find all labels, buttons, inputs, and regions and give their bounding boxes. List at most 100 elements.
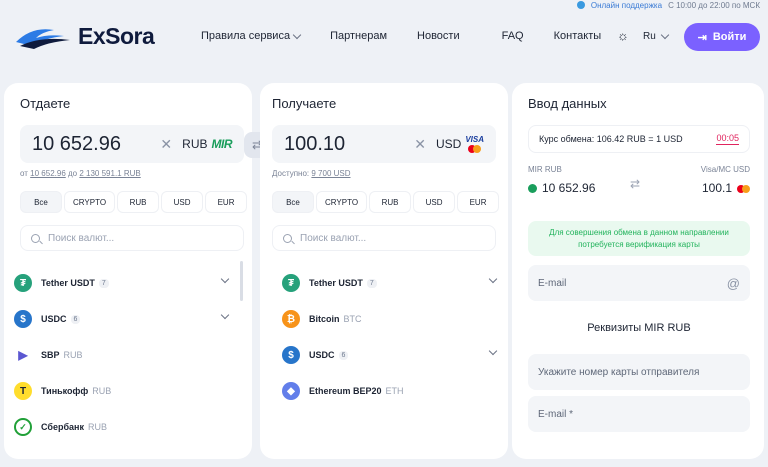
nav-partners[interactable]: Партнерам: [330, 30, 387, 42]
give-amount-input[interactable]: 10 652.96 ✕ RUB MIR: [20, 125, 244, 163]
filter-all[interactable]: Все: [20, 191, 62, 213]
to-amount-value: 100.1: [701, 181, 732, 195]
from-label: MIR RUB: [528, 165, 562, 174]
list-item[interactable]: ₮ Tether USDT 7: [282, 265, 502, 301]
nav-contacts[interactable]: Контакты: [554, 30, 602, 42]
mastercard-icon: [737, 184, 750, 193]
item-count-badge: 6: [338, 350, 349, 360]
tether-icon: ₮: [14, 274, 32, 292]
filter-crypto[interactable]: CRYPTO: [316, 191, 368, 213]
email-field[interactable]: E-mail @: [528, 265, 750, 301]
list-item[interactable]: T Тинькофф RUB: [14, 373, 234, 409]
telegram-icon[interactable]: [576, 1, 585, 9]
item-count-badge: 7: [366, 278, 377, 288]
filter-all[interactable]: Все: [272, 191, 314, 213]
list-item[interactable]: ₿ Bitcoin BTC: [282, 301, 502, 337]
list-item[interactable]: ₮ Tether USDT 7: [14, 265, 234, 301]
chevron-down-icon[interactable]: [488, 274, 498, 284]
brand-name: ExSora: [78, 22, 155, 49]
filter-crypto[interactable]: CRYPTO: [64, 191, 116, 213]
brand-logo[interactable]: ExSora: [14, 22, 155, 50]
clear-icon[interactable]: ✕: [414, 136, 426, 153]
requisites-title: Реквизиты MIR RUB: [587, 322, 691, 334]
give-currency-list: ₮ Tether USDT 7 $ USDC 6 ▶ SBP RUB T Тин…: [14, 265, 234, 445]
filter-rub[interactable]: RUB: [369, 191, 412, 213]
exchange-rate: Курс обмена: 106.42 RUB = 1 USD 00:05: [528, 125, 750, 153]
item-name: SBP: [41, 350, 60, 360]
email-required-field[interactable]: E-mail *: [528, 396, 750, 432]
rate-timer: 00:05: [716, 133, 739, 145]
email-placeholder: E-mail: [538, 277, 567, 289]
chevron-down-icon[interactable]: [488, 346, 498, 356]
search-icon: [31, 233, 40, 243]
get-amount-value: 100.10: [284, 132, 346, 155]
chevron-down-icon[interactable]: [220, 310, 230, 320]
sun-icon[interactable]: ☼: [617, 28, 629, 43]
nav-rules[interactable]: Правила сервиса: [201, 30, 302, 42]
give-title: Отдаете: [20, 96, 71, 111]
list-item[interactable]: ◆ Ethereum BEP20 ETH: [282, 373, 502, 409]
limits-mid: до: [68, 169, 78, 178]
nav-contacts-label: Контакты: [553, 30, 602, 42]
search-icon: [283, 233, 292, 243]
mir-icon: [528, 183, 537, 193]
limits-prefix: от: [20, 169, 28, 178]
list-scrollbar[interactable]: [240, 261, 243, 301]
filter-eur[interactable]: EUR: [457, 191, 500, 213]
get-amount-input[interactable]: 100.10 ✕ USD VISA: [272, 125, 496, 163]
give-currency: RUB: [182, 137, 208, 151]
give-card: Отдаете 10 652.96 ✕ RUB MIR от 10 652.96…: [4, 83, 252, 459]
from-amount: 10 652.96: [528, 181, 595, 195]
at-icon: @: [726, 275, 740, 291]
search-placeholder: Поиск валют...: [48, 232, 115, 244]
login-icon: ⇥: [697, 31, 707, 44]
filter-rub[interactable]: RUB: [117, 191, 160, 213]
limit-min-link[interactable]: 10 652.96: [30, 169, 66, 178]
tether-icon: ₮: [282, 274, 300, 292]
give-search-input[interactable]: Поиск валют...: [20, 225, 244, 251]
get-title: Получаете: [272, 96, 337, 111]
list-item[interactable]: $ USDC 6: [282, 337, 502, 373]
available-value-link[interactable]: 9 700 USD: [311, 169, 350, 178]
item-code: ETH: [385, 386, 404, 396]
card-number-placeholder: Укажите номер карты отправителя: [538, 366, 700, 378]
item-name: Тинькофф: [41, 386, 89, 396]
clear-icon[interactable]: ✕: [160, 136, 172, 153]
visa-mastercard-logo: VISA: [465, 135, 484, 153]
filter-usd[interactable]: USD: [413, 191, 456, 213]
give-limits: от 10 652.96 до 2 130 591.1 RUB: [20, 169, 141, 178]
online-support-link[interactable]: Онлайн поддержка: [591, 1, 662, 10]
give-amount-value: 10 652.96: [32, 132, 121, 155]
give-filters: Все CRYPTO RUB USD EUR: [20, 191, 248, 213]
item-code: RUB: [92, 386, 112, 396]
item-name: Tether USDT: [41, 278, 95, 288]
exchange-form-card: Ввод данных Курс обмена: 106.42 RUB = 1 …: [512, 83, 764, 459]
chevron-down-icon: [660, 30, 670, 40]
list-item[interactable]: ▶ SBP RUB: [14, 337, 234, 373]
list-item[interactable]: ✓ Сбербанк RUB: [14, 409, 234, 445]
mir-logo: MIR: [211, 137, 233, 151]
nav-faq[interactable]: FAQ: [502, 30, 524, 42]
rate-text: Курс обмена: 106.42 RUB = 1 USD: [539, 134, 683, 144]
ethereum-icon: ◆: [282, 382, 300, 400]
verification-notice: Для совершения обмена в данном направлен…: [528, 221, 750, 256]
filter-eur[interactable]: EUR: [205, 191, 248, 213]
get-available: Доступно: 9 700 USD: [272, 169, 351, 178]
nav-rules-label: Правила сервиса: [201, 30, 291, 42]
limit-max-link[interactable]: 2 130 591.1 RUB: [79, 169, 140, 178]
form-title: Ввод данных: [528, 96, 607, 111]
nav-news[interactable]: Новости: [417, 30, 460, 42]
swap-icon: ⇄: [630, 177, 641, 191]
list-item[interactable]: $ USDC 6: [14, 301, 234, 337]
get-search-input[interactable]: Поиск валют...: [272, 225, 496, 251]
language-select[interactable]: Ru: [643, 30, 670, 42]
email-required-placeholder: E-mail *: [538, 408, 574, 420]
top-info-strip: Онлайн поддержка С 10:00 до 22:00 по МСК: [576, 0, 760, 10]
card-number-field[interactable]: Укажите номер карты отправителя: [528, 354, 750, 390]
working-hours: С 10:00 до 22:00 по МСК: [668, 0, 760, 10]
chevron-down-icon[interactable]: [220, 274, 230, 284]
login-button[interactable]: ⇥ Войти: [684, 23, 760, 51]
filter-usd[interactable]: USD: [161, 191, 204, 213]
login-label: Войти: [712, 31, 747, 43]
chevron-down-icon: [292, 30, 302, 39]
